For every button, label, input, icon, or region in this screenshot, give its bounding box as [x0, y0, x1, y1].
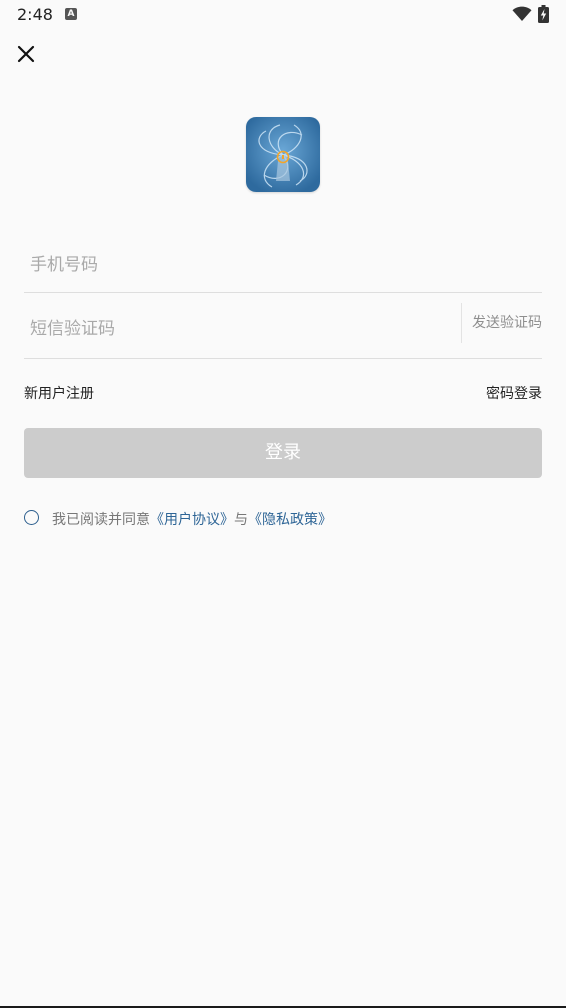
agree-radio[interactable] [24, 510, 39, 525]
login-button[interactable]: 登录 [24, 428, 542, 478]
privacy-policy-link[interactable]: 《隐私政策》 [248, 512, 332, 528]
app-logo [246, 117, 320, 192]
close-icon [17, 45, 35, 63]
status-bar: 2:48 A [0, 0, 566, 30]
register-link[interactable]: 新用户注册 [24, 383, 94, 403]
close-button[interactable] [14, 42, 38, 66]
password-login-link[interactable]: 密码登录 [486, 383, 542, 403]
user-agreement-link[interactable]: 《用户协议》 [150, 512, 234, 528]
notification-a-icon: A [65, 8, 77, 20]
battery-icon [538, 5, 549, 23]
agreement-prefix: 我已阅读并同意 [52, 512, 150, 528]
status-time: 2:48 [17, 5, 53, 24]
agreement-text: 我已阅读并同意《用户协议》与《隐私政策》 [52, 509, 332, 529]
phone-input[interactable] [30, 238, 530, 292]
sms-code-input[interactable] [30, 300, 450, 358]
sms-code-field: 发送验证码 [24, 300, 542, 359]
wifi-icon [512, 6, 532, 21]
field-divider [461, 303, 462, 343]
agreement-row: 我已阅读并同意《用户协议》与《隐私政策》 [24, 508, 544, 530]
phone-field [24, 238, 542, 293]
send-code-button[interactable]: 发送验证码 [472, 300, 542, 346]
agreement-connector: 与 [234, 512, 248, 528]
